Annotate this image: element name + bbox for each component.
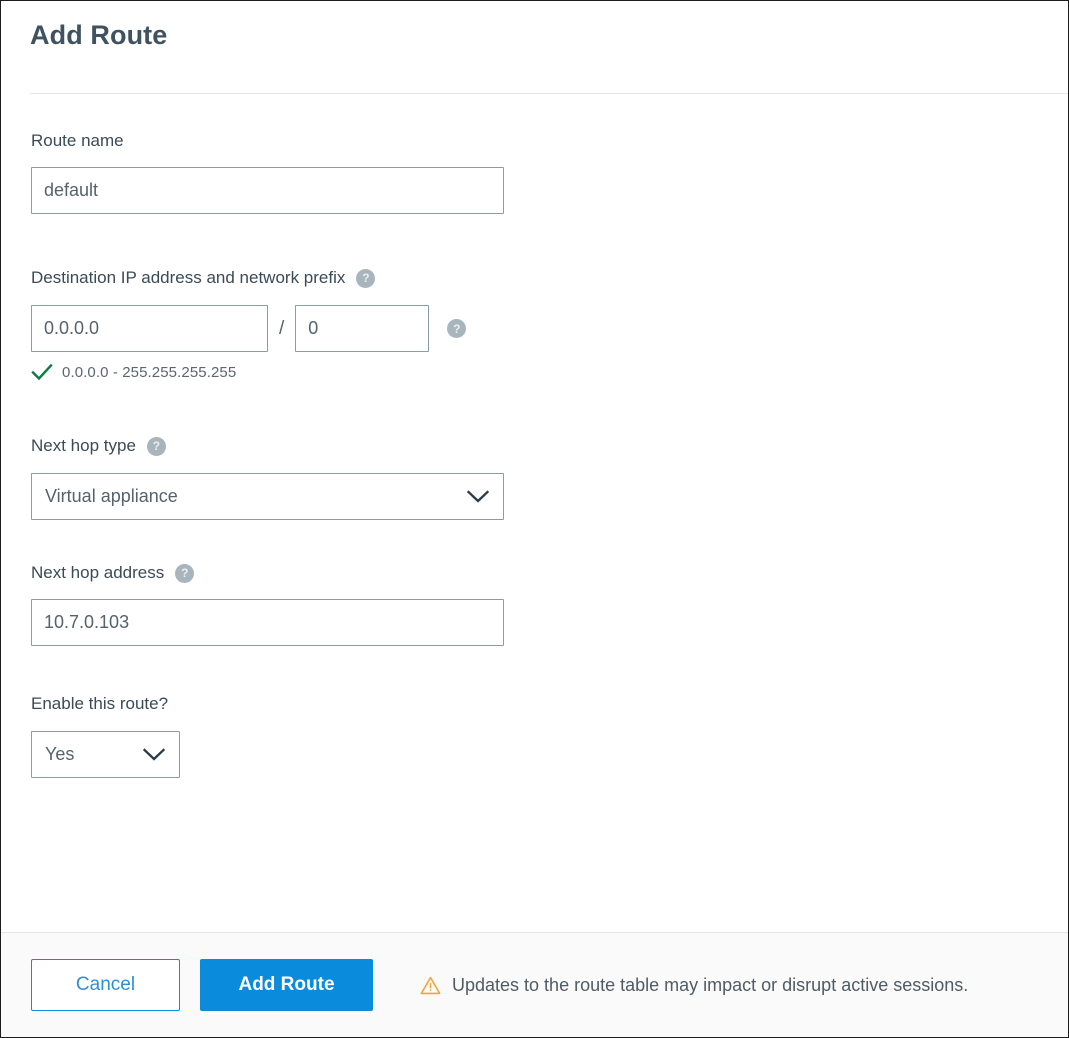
footer-warning: Updates to the route table may impact or…: [420, 975, 968, 996]
add-route-panel: Add Route Route name Destination IP addr…: [0, 0, 1069, 1038]
warning-triangle-icon: [420, 976, 441, 995]
next-hop-address-input[interactable]: [31, 599, 504, 646]
next-hop-type-value: Virtual appliance: [45, 486, 457, 507]
destination-prefix-input[interactable]: [295, 305, 429, 352]
prefix-separator: /: [279, 319, 284, 338]
enable-route-label: Enable this route?: [31, 694, 180, 714]
chevron-down-icon: [143, 748, 165, 761]
destination-label: Destination IP address and network prefi…: [31, 268, 466, 288]
field-destination: Destination IP address and network prefi…: [31, 268, 466, 381]
green-check-icon: [31, 363, 53, 381]
help-question-icon[interactable]: ?: [447, 319, 466, 338]
help-question-icon[interactable]: ?: [147, 437, 166, 456]
add-route-button[interactable]: Add Route: [200, 959, 373, 1011]
help-question-icon[interactable]: ?: [175, 564, 194, 583]
field-enable-route: Enable this route? Yes: [31, 694, 180, 778]
next-hop-type-select[interactable]: Virtual appliance: [31, 473, 504, 520]
destination-ip-input[interactable]: [31, 305, 268, 352]
next-hop-address-label: Next hop address ?: [31, 563, 504, 583]
chevron-down-icon: [467, 490, 489, 503]
panel-body: Route name Destination IP address and ne…: [1, 94, 1068, 932]
route-name-label-text: Route name: [31, 131, 124, 151]
cancel-button[interactable]: Cancel: [31, 959, 180, 1011]
help-question-icon[interactable]: ?: [356, 269, 375, 288]
enable-route-label-text: Enable this route?: [31, 694, 168, 714]
field-route-name: Route name: [31, 131, 504, 214]
field-next-hop-address: Next hop address ?: [31, 563, 504, 646]
next-hop-address-label-text: Next hop address: [31, 563, 164, 583]
footer-warning-text: Updates to the route table may impact or…: [452, 975, 968, 996]
enable-route-select[interactable]: Yes: [31, 731, 180, 778]
panel-header: Add Route: [1, 1, 1068, 94]
enable-route-value: Yes: [45, 744, 133, 765]
destination-validation-text: 0.0.0.0 - 255.255.255.255: [62, 364, 236, 381]
next-hop-type-label: Next hop type ?: [31, 436, 504, 456]
panel-footer: Cancel Add Route Updates to the route ta…: [1, 932, 1068, 1037]
route-name-input[interactable]: [31, 167, 504, 214]
destination-validation: 0.0.0.0 - 255.255.255.255: [31, 363, 466, 381]
destination-label-text: Destination IP address and network prefi…: [31, 268, 345, 288]
route-name-label: Route name: [31, 131, 504, 151]
destination-input-row: / ?: [31, 305, 466, 352]
page-title: Add Route: [30, 20, 167, 51]
field-next-hop-type: Next hop type ? Virtual appliance: [31, 436, 504, 520]
next-hop-type-label-text: Next hop type: [31, 436, 136, 456]
